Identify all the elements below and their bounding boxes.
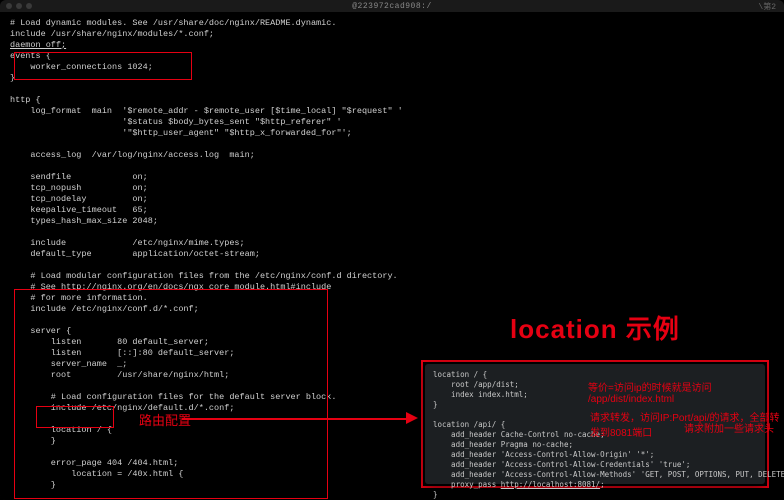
highlight-events-box	[14, 52, 192, 80]
highlight-location-box	[36, 406, 114, 428]
example-code-line: add_header 'Access-Control-Allow-Credent…	[433, 460, 757, 470]
code-line: # Load modular configuration files from …	[10, 271, 774, 282]
minimize-icon[interactable]	[16, 3, 22, 9]
code-line: http {	[10, 95, 774, 106]
maximize-icon[interactable]	[26, 3, 32, 9]
close-icon[interactable]	[6, 3, 12, 9]
code-line: '"$http_user_agent" "$http_x_forwarded_f…	[10, 128, 774, 139]
window-title-right: \第2	[758, 1, 776, 12]
code-line: '$status $body_bytes_sent "$http_referer…	[10, 117, 774, 128]
code-line: default_type application/octet-stream;	[10, 249, 774, 260]
code-line	[10, 84, 774, 95]
annotation-add-header: 请求附加一些请求头	[684, 420, 774, 435]
code-line	[10, 139, 774, 150]
highlight-server-box	[14, 289, 328, 499]
arrow-icon	[182, 414, 422, 424]
terminal-window: @223972cad908:/ \第2 # Load dynamic modul…	[0, 0, 784, 500]
window-controls	[6, 3, 32, 9]
example-code-line: add_header 'Access-Control-Allow-Methods…	[433, 470, 757, 480]
example-code-line: proxy_pass http://localhost:8081/;	[433, 480, 757, 490]
code-line: include /usr/share/nginx/modules/*.conf;	[10, 29, 774, 40]
code-line: types_hash_max_size 2048;	[10, 216, 774, 227]
example-heading: location 示例	[510, 309, 680, 346]
code-line	[10, 260, 774, 271]
example-code-line: add_header 'Access-Control-Allow-Origin'…	[433, 450, 757, 460]
example-code-line: }	[433, 490, 757, 500]
code-line: # Load dynamic modules. See /usr/share/d…	[10, 18, 774, 29]
code-line: tcp_nopush on;	[10, 183, 774, 194]
code-line: log_format main '$remote_addr - $remote_…	[10, 106, 774, 117]
terminal-content[interactable]: # Load dynamic modules. See /usr/share/d…	[0, 12, 784, 500]
code-line: keepalive_timeout 65;	[10, 205, 774, 216]
window-title: @223972cad908:/	[352, 2, 432, 11]
code-line	[10, 161, 774, 172]
code-line: sendfile on;	[10, 172, 774, 183]
code-line: daemon off;	[10, 40, 774, 51]
titlebar: @223972cad908:/ \第2	[0, 0, 784, 12]
code-line: include /etc/nginx/mime.types;	[10, 238, 774, 249]
code-line	[10, 227, 774, 238]
example-code-line: add_header Pragma no-cache;	[433, 440, 757, 450]
annotation-equiv: 等价=访问ip的时候就是访问 /app/dist/index.html	[588, 379, 784, 405]
code-line: access_log /var/log/nginx/access.log mai…	[10, 150, 774, 161]
code-line: tcp_nodelay on;	[10, 194, 774, 205]
